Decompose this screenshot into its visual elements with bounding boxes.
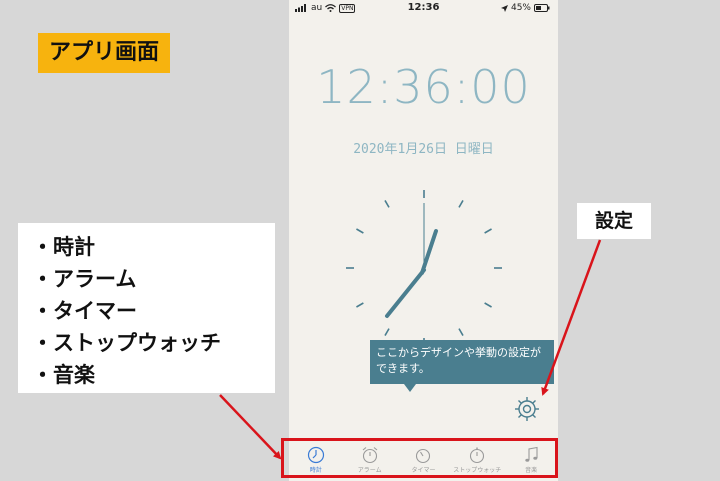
clock-tick [356,228,364,234]
tooltip-tail [404,384,416,392]
feature-list-item: ・時計 [32,235,95,259]
clock-tick [484,302,492,308]
feature-list-item: ・ストップウォッチ [32,331,221,355]
status-bar: au VPN 12:36 45% [289,0,558,16]
date-label: 2020年1月26日 日曜日 [353,142,494,157]
settings-tooltip: ここからデザインや挙動の設定ができます。 [370,340,554,384]
feature-list-item: ・音楽 [32,363,95,387]
clock-tick [384,328,390,336]
analog-clock [346,190,502,346]
arrow-to-tabbar [219,394,282,460]
gear-icon[interactable] [513,395,541,423]
feature-list-item: ・アラーム [32,267,137,291]
settings-label: 設定 [577,203,651,239]
battery-percent: 45% [510,3,531,13]
clock-tick [384,200,390,208]
clock-tick [484,228,492,234]
clock-tick [458,328,464,336]
app-screen-title: アプリ画面 [38,33,171,73]
status-right: 45% [500,3,550,13]
battery-icon [534,4,550,12]
digital-clock: 12:36:00 [316,60,531,114]
tab-bar-highlight [281,438,558,478]
clock-tick [356,302,364,308]
hour-hand [385,268,426,318]
feature-list-item: ・タイマー [32,299,137,323]
location-icon [500,4,508,12]
feature-list: ・時計 ・アラーム ・タイマー ・ストップウォッチ ・音楽 [18,223,275,393]
clock-tick [458,200,464,208]
